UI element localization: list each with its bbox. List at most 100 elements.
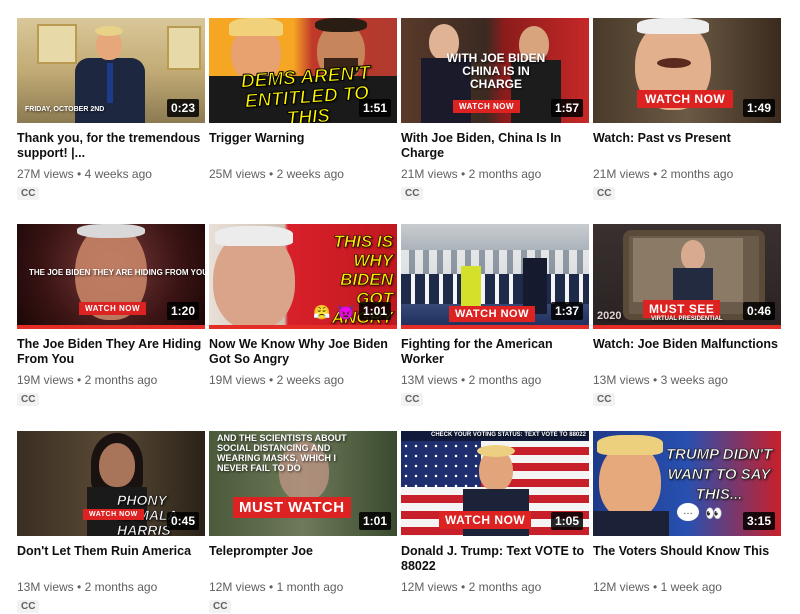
video-title[interactable]: Donald J. Trump: Text VOTE to 88022 bbox=[401, 544, 589, 574]
video-title[interactable]: The Voters Should Know This bbox=[593, 544, 781, 574]
video-duration: 3:15 bbox=[742, 512, 775, 530]
watch-progress-bar bbox=[17, 325, 205, 329]
video-title[interactable]: Watch: Joe Biden Malfunctions bbox=[593, 337, 781, 367]
watch-now-badge: WATCH NOW bbox=[637, 90, 734, 108]
view-count: 21M views bbox=[401, 167, 458, 181]
view-count: 13M views bbox=[401, 373, 458, 387]
video-title[interactable]: Fighting for the American Worker bbox=[401, 337, 589, 367]
video-card[interactable]: 2020 MUST SEE VIRTUAL PRESIDENTIAL 0:46 … bbox=[593, 224, 781, 407]
view-count: 12M views bbox=[593, 580, 650, 594]
video-card[interactable]: AND THE SCIENTISTS ABOUT SOCIAL DISTANCI… bbox=[209, 431, 397, 614]
upload-age: 2 weeks ago bbox=[276, 167, 344, 181]
video-thumbnail[interactable]: WATCH NOW 1:49 bbox=[593, 18, 781, 123]
upload-age: 2 months ago bbox=[468, 373, 542, 387]
must-watch-badge: MUST WATCH bbox=[233, 497, 351, 518]
video-thumbnail[interactable]: CHECK YOUR VOTING STATUS: TEXT VOTE TO 8… bbox=[401, 431, 589, 536]
thumbnail-year: 2020 bbox=[597, 310, 622, 322]
video-title[interactable]: Watch: Past vs Present bbox=[593, 131, 781, 161]
video-meta: 21M views • 2 months ago bbox=[593, 167, 734, 181]
video-duration: 1:49 bbox=[742, 99, 775, 117]
video-meta: 12M views • 2 months ago bbox=[401, 580, 542, 594]
upload-age: 2 months ago bbox=[660, 167, 734, 181]
video-duration: 1:01 bbox=[358, 302, 391, 320]
upload-age: 1 month ago bbox=[276, 580, 344, 594]
view-count: 19M views bbox=[17, 373, 74, 387]
watch-now-badge: WATCH NOW bbox=[439, 511, 532, 529]
upload-age: 3 weeks ago bbox=[660, 373, 728, 387]
watch-progress-bar bbox=[209, 325, 397, 329]
video-meta: 12M views • 1 week ago bbox=[593, 580, 722, 594]
video-card[interactable]: TRUMP DIDN'T WANT TO SAY THIS... … 👀 3:1… bbox=[593, 431, 781, 594]
video-duration: 0:46 bbox=[742, 302, 775, 320]
video-card[interactable]: THIS IS WHY BIDEN GOT ANGRY 😤 👿 1:01 Now… bbox=[209, 224, 397, 387]
view-count: 13M views bbox=[593, 373, 650, 387]
video-thumbnail[interactable]: WITH JOE BIDEN CHINA IS IN CHARGE WATCH … bbox=[401, 18, 589, 123]
cc-badge: CC bbox=[401, 187, 424, 200]
video-title[interactable]: Teleprompter Joe bbox=[209, 544, 397, 574]
video-duration: 1:05 bbox=[550, 512, 583, 530]
video-duration: 0:45 bbox=[166, 512, 199, 530]
cc-badge: CC bbox=[17, 187, 40, 200]
cc-badge: CC bbox=[593, 393, 616, 406]
video-title[interactable]: The Joe Biden They Are Hiding From You bbox=[17, 337, 205, 367]
video-duration: 1:51 bbox=[358, 99, 391, 117]
view-count: 25M views bbox=[209, 167, 266, 181]
video-card[interactable]: WATCH NOW 1:37 Fighting for the American… bbox=[401, 224, 589, 407]
cc-badge: CC bbox=[209, 600, 232, 613]
video-meta: 19M views • 2 weeks ago bbox=[209, 373, 344, 387]
video-meta: 13M views • 3 weeks ago bbox=[593, 373, 728, 387]
watch-now-badge: WATCH NOW bbox=[453, 100, 521, 113]
thumbnail-caption: FRIDAY, OCTOBER 2ND bbox=[25, 106, 105, 113]
upload-age: 2 months ago bbox=[468, 167, 542, 181]
upload-age: 1 week ago bbox=[660, 580, 722, 594]
view-count: 13M views bbox=[17, 580, 74, 594]
video-title[interactable]: Trigger Warning bbox=[209, 131, 397, 161]
video-duration: 1:37 bbox=[550, 302, 583, 320]
view-count: 21M views bbox=[593, 167, 650, 181]
video-card[interactable]: WITH JOE BIDEN CHINA IS IN CHARGE WATCH … bbox=[401, 18, 589, 201]
view-count: 27M views bbox=[17, 167, 74, 181]
cc-badge: CC bbox=[17, 600, 40, 613]
video-title[interactable]: With Joe Biden, China Is In Charge bbox=[401, 131, 589, 161]
video-thumbnail[interactable]: FRIDAY, OCTOBER 2ND 0:23 bbox=[17, 18, 205, 123]
upload-age: 4 weeks ago bbox=[84, 167, 152, 181]
video-thumbnail[interactable]: WATCH NOW 1:37 bbox=[401, 224, 589, 329]
speech-bubble-icon: … bbox=[677, 503, 699, 521]
video-meta: 27M views • 4 weeks ago bbox=[17, 167, 152, 181]
video-title[interactable]: Thank you, for the tremendous support! |… bbox=[17, 131, 205, 161]
thumbnail-caption: THE JOE BIDEN THEY ARE HIDING FROM YOU bbox=[29, 268, 205, 277]
video-meta: 19M views • 2 months ago bbox=[17, 373, 158, 387]
cc-badge: CC bbox=[17, 393, 40, 406]
video-meta: 13M views • 2 months ago bbox=[401, 373, 542, 387]
video-meta: 13M views • 2 months ago bbox=[17, 580, 158, 594]
video-card[interactable]: FRIDAY, OCTOBER 2ND 0:23 Thank you, for … bbox=[17, 18, 205, 201]
video-meta: 25M views • 2 weeks ago bbox=[209, 167, 344, 181]
upload-age: 2 weeks ago bbox=[276, 373, 344, 387]
teleprompter-text: AND THE SCIENTISTS ABOUT SOCIAL DISTANCI… bbox=[217, 433, 347, 473]
video-title[interactable]: Now We Know Why Joe Biden Got So Angry bbox=[209, 337, 397, 367]
video-thumbnail[interactable]: DEMS AREN'T ENTITLED TO THIS 1:51 bbox=[209, 18, 397, 123]
video-card[interactable]: WATCH NOW 1:49 Watch: Past vs Present 21… bbox=[593, 18, 781, 201]
watch-progress-bar bbox=[593, 325, 781, 329]
video-thumbnail[interactable]: 2020 MUST SEE VIRTUAL PRESIDENTIAL 0:46 bbox=[593, 224, 781, 329]
video-thumbnail[interactable]: PHONY KAMALA HARRIS WATCH NOW 0:45 bbox=[17, 431, 205, 536]
video-title[interactable]: Don't Let Them Ruin America bbox=[17, 544, 205, 574]
thumbnail-caption: WITH JOE BIDEN CHINA IS IN CHARGE bbox=[446, 51, 546, 91]
cc-badge: CC bbox=[593, 187, 616, 200]
video-thumbnail[interactable]: TRUMP DIDN'T WANT TO SAY THIS... … 👀 3:1… bbox=[593, 431, 781, 536]
video-duration: 1:57 bbox=[550, 99, 583, 117]
video-thumbnail[interactable]: AND THE SCIENTISTS ABOUT SOCIAL DISTANCI… bbox=[209, 431, 397, 536]
video-thumbnail[interactable]: THE JOE BIDEN THEY ARE HIDING FROM YOU W… bbox=[17, 224, 205, 329]
video-grid: FRIDAY, OCTOBER 2ND 0:23 Thank you, for … bbox=[0, 0, 800, 613]
view-count: 12M views bbox=[209, 580, 266, 594]
video-card[interactable]: DEMS AREN'T ENTITLED TO THIS 1:51 Trigge… bbox=[209, 18, 397, 181]
video-thumbnail[interactable]: THIS IS WHY BIDEN GOT ANGRY 😤 👿 1:01 bbox=[209, 224, 397, 329]
upload-age: 2 months ago bbox=[84, 373, 158, 387]
view-count: 19M views bbox=[209, 373, 266, 387]
video-duration: 1:20 bbox=[166, 302, 199, 320]
video-card[interactable]: THE JOE BIDEN THEY ARE HIDING FROM YOU W… bbox=[17, 224, 205, 407]
view-count: 12M views bbox=[401, 580, 458, 594]
thumbnail-caption: CHECK YOUR VOTING STATUS: TEXT VOTE TO 8… bbox=[431, 432, 586, 438]
video-card[interactable]: CHECK YOUR VOTING STATUS: TEXT VOTE TO 8… bbox=[401, 431, 589, 594]
video-card[interactable]: PHONY KAMALA HARRIS WATCH NOW 0:45 Don't… bbox=[17, 431, 205, 614]
